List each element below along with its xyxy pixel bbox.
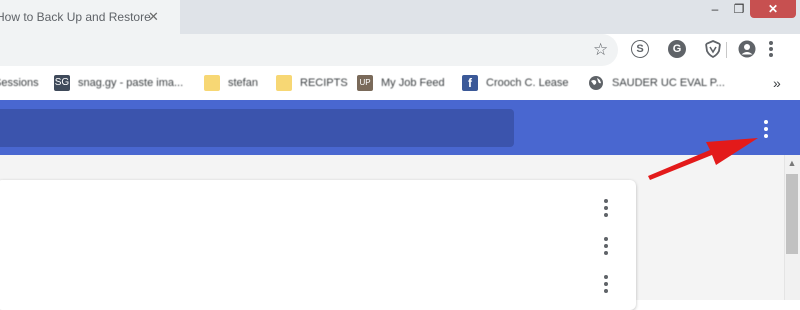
row-more-vert-icon[interactable] bbox=[601, 273, 611, 295]
bookmark-label: My Job Feed bbox=[381, 77, 445, 89]
facebook-icon: f bbox=[462, 75, 478, 91]
bookmark-star-icon[interactable]: ☆ bbox=[593, 40, 608, 60]
address-bar[interactable] bbox=[0, 34, 618, 66]
shield-extension-icon[interactable] bbox=[704, 40, 722, 58]
row-more-vert-icon[interactable] bbox=[601, 235, 611, 257]
bookmark-label: SAUDER UC EVAL P... bbox=[612, 77, 725, 89]
bookmark-label: Crooch C. Lease bbox=[486, 77, 569, 89]
close-window-button[interactable]: ✕ bbox=[750, 0, 796, 18]
tab-close-icon[interactable]: ✕ bbox=[148, 9, 159, 25]
scrollbar-thumb[interactable] bbox=[786, 174, 798, 254]
red-arrow-icon bbox=[648, 138, 758, 180]
tab-title: How to Back Up and Restore bbox=[0, 10, 151, 24]
folder-icon bbox=[276, 75, 292, 91]
title-bar: How to Back Up and Restore ✕ – ❐ ✕ bbox=[0, 0, 800, 34]
skype-icon[interactable]: S bbox=[631, 40, 649, 58]
globe-icon bbox=[589, 76, 603, 90]
bookmark-label: RECIPTS bbox=[300, 77, 348, 89]
scroll-up-icon[interactable]: ▲ bbox=[784, 158, 800, 172]
minimize-button[interactable]: – bbox=[702, 0, 728, 18]
upwork-icon: UP bbox=[357, 75, 373, 91]
browser-menu-icon[interactable] bbox=[769, 39, 773, 59]
maximize-button[interactable]: ❐ bbox=[726, 0, 752, 18]
toolbar-separator bbox=[726, 42, 727, 58]
folder-icon bbox=[204, 75, 220, 91]
bookmark-label: Sessions bbox=[0, 77, 39, 89]
snag-icon: SG bbox=[54, 75, 70, 91]
bookmarks-bar: Sessions SG snag.gy - paste ima... stefa… bbox=[0, 66, 800, 101]
app-search-bar[interactable] bbox=[0, 109, 514, 147]
row-more-vert-icon[interactable] bbox=[601, 197, 611, 219]
more-vert-icon[interactable] bbox=[761, 118, 771, 140]
profile-avatar-icon[interactable] bbox=[738, 40, 756, 58]
bookmark-label: snag.gy - paste ima... bbox=[78, 77, 184, 89]
bookmark-label: stefan bbox=[228, 77, 258, 89]
active-tab[interactable]: How to Back Up and Restore ✕ bbox=[0, 0, 180, 34]
bookmarks-overflow-icon[interactable]: » bbox=[773, 75, 781, 91]
content-card bbox=[0, 180, 636, 310]
grammarly-icon[interactable]: G bbox=[668, 40, 686, 58]
